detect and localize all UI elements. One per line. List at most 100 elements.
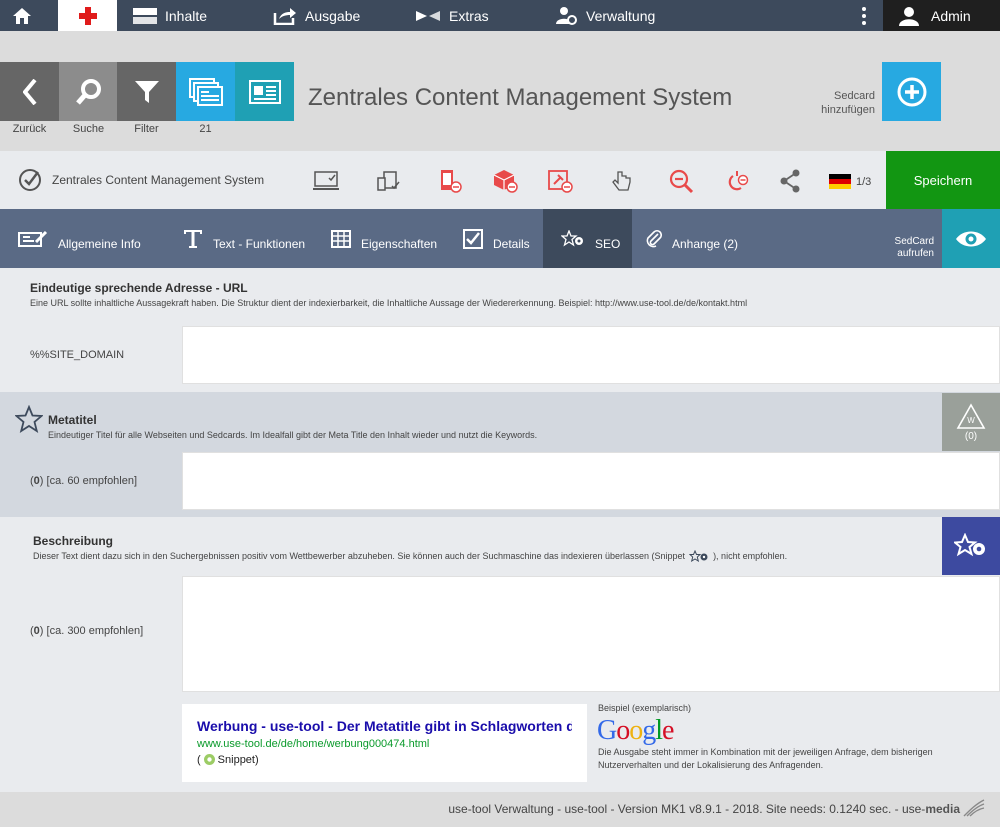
unlink-icon[interactable] (724, 168, 750, 194)
new-content-button[interactable] (58, 0, 117, 31)
star-gear-inline-icon (689, 550, 708, 562)
url-prefix-label: %%SITE_DOMAIN (30, 349, 125, 361)
brand-logo-icon (963, 799, 985, 817)
devices-check-icon[interactable] (376, 168, 402, 194)
user-name: Admin (931, 7, 971, 24)
footer-brand: media (925, 802, 960, 816)
card-view-button[interactable] (235, 62, 294, 121)
sedcard-view-label: SedCard aufrufen (880, 236, 934, 260)
tab-details[interactable]: Details (463, 209, 530, 268)
breadcrumb: Zentrales Content Management System (18, 168, 264, 192)
hand-pointer-icon[interactable] (609, 168, 635, 194)
filter-icon (134, 80, 159, 103)
description-text-after: ), nicht empfohlen. (713, 551, 788, 561)
checkbox-icon (463, 228, 483, 249)
plus-circle-icon (897, 77, 926, 106)
tab-seo-label: SEO (595, 236, 621, 251)
tab-text-funktionen-label: Text - Funktionen (213, 236, 306, 251)
star-gear-icon (561, 229, 583, 247)
search-snippet-preview: Werbung - use-tool - Der Metatitle gibt … (182, 704, 587, 782)
tab-anhange-label: Anhange (2) (672, 236, 739, 251)
sedcard-view-label-line1: SedCard (894, 236, 934, 247)
tab-text-funktionen[interactable]: Text - Funktionen (183, 209, 305, 268)
table-grid-icon (331, 229, 351, 248)
zoom-out-icon[interactable] (668, 168, 694, 194)
add-sedcard-label: Sedcard hinzufügen (800, 89, 875, 117)
nav-inhalte[interactable]: Inhalte (133, 0, 207, 31)
save-button[interactable]: Speichern (886, 151, 1000, 209)
card-icon (248, 79, 281, 104)
description-text: Dieser Text dient dazu sich in den Suche… (33, 550, 787, 562)
url-input[interactable] (182, 326, 1000, 384)
add-sedcard-label-line1: Sedcard (834, 90, 875, 102)
content-icon (133, 7, 157, 24)
top-navigation: Inhalte Ausgabe Extras Verwaltung Admin (0, 0, 1000, 31)
description-text-before: Dieser Text dient dazu sich in den Suche… (33, 551, 686, 561)
description-hint: [ca. 300 empfohlen] (46, 625, 144, 637)
view-sedcard-button[interactable] (942, 209, 1000, 268)
tab-details-label: Details (493, 236, 530, 251)
pin-block-icon[interactable] (547, 168, 573, 194)
meta-keyword-button[interactable]: W (0) (942, 393, 1000, 451)
meta-keyword-count: (0) (964, 430, 978, 442)
share-out-icon (273, 7, 296, 25)
share-check-icon[interactable] (779, 168, 805, 194)
star-gear-icon (954, 533, 985, 557)
google-letter-g2: g (642, 715, 656, 746)
nav-ausgabe[interactable]: Ausgabe (273, 0, 360, 31)
red-cross-icon (78, 6, 97, 25)
check-circle-icon (19, 169, 41, 191)
description-count: 0 (33, 625, 40, 637)
meta-title-input[interactable] (182, 452, 1000, 510)
id-card-edit-icon (18, 230, 48, 247)
snippet-title: Werbung - use-tool - Der Metatitle gibt … (197, 718, 572, 734)
tab-allgemeine-info[interactable]: Allgemeine Info (18, 209, 141, 268)
meta-title-heading: Metatitel (48, 413, 97, 427)
user-menu[interactable]: Admin (883, 0, 1000, 31)
home-button[interactable] (0, 0, 43, 31)
snippet-status: ( Snippet) (197, 753, 572, 766)
google-letter-g: G (597, 715, 617, 746)
nav-ausgabe-label: Ausgabe (305, 7, 361, 24)
more-menu-button[interactable] (858, 0, 870, 31)
back-button[interactable] (0, 62, 59, 121)
google-letter-o2: o (629, 715, 643, 746)
filter-button[interactable] (117, 62, 176, 121)
monitor-check-icon[interactable] (313, 168, 339, 194)
list-view-button[interactable] (176, 62, 235, 121)
page-title: Zentrales Content Management System (308, 84, 733, 111)
star-outline-icon (15, 405, 43, 433)
back-label: Zurück (12, 123, 47, 135)
extras-icon (416, 10, 440, 21)
sedcard-view-label-line2: aufrufen (897, 248, 934, 259)
home-icon (12, 7, 31, 24)
snippet-button[interactable] (942, 517, 1000, 575)
add-sedcard-button[interactable] (882, 62, 941, 121)
meta-title-counter: (0) [ca. 60 empfohlen] (30, 475, 138, 487)
vertical-dots-icon (862, 6, 866, 25)
snippet-open-paren: ( (197, 753, 201, 766)
nav-extras[interactable]: Extras (415, 0, 489, 31)
tab-eigenschaften[interactable]: Eigenschaften (331, 209, 437, 268)
svg-text:W: W (967, 416, 975, 425)
user-icon (899, 6, 919, 26)
tab-anhange[interactable]: Anhange (2) (646, 209, 738, 268)
search-icon (75, 78, 101, 105)
gear-globe-icon (203, 754, 215, 765)
nav-verwaltung[interactable]: Verwaltung (556, 0, 655, 31)
description-textarea[interactable] (182, 576, 1000, 692)
tab-seo[interactable]: SEO (543, 209, 632, 268)
description-counter: (0) [ca. 300 empfohlen] (30, 625, 144, 637)
google-logo: Google (597, 715, 674, 747)
meta-title-count: 0 (33, 475, 40, 487)
box-block-icon[interactable] (492, 168, 518, 194)
meta-title-description: Eindeutiger Titel für alle Webseiten und… (48, 430, 538, 440)
chevron-left-icon (22, 78, 37, 105)
tab-allgemeine-info-label: Allgemeine Info (58, 236, 141, 251)
mobile-block-icon[interactable] (437, 168, 463, 194)
list-count: 21 (199, 123, 212, 135)
nav-inhalte-label: Inhalte (165, 7, 208, 24)
google-letter-e: e (662, 715, 674, 746)
flag-de-icon[interactable] (829, 174, 851, 189)
search-button[interactable] (59, 62, 118, 121)
